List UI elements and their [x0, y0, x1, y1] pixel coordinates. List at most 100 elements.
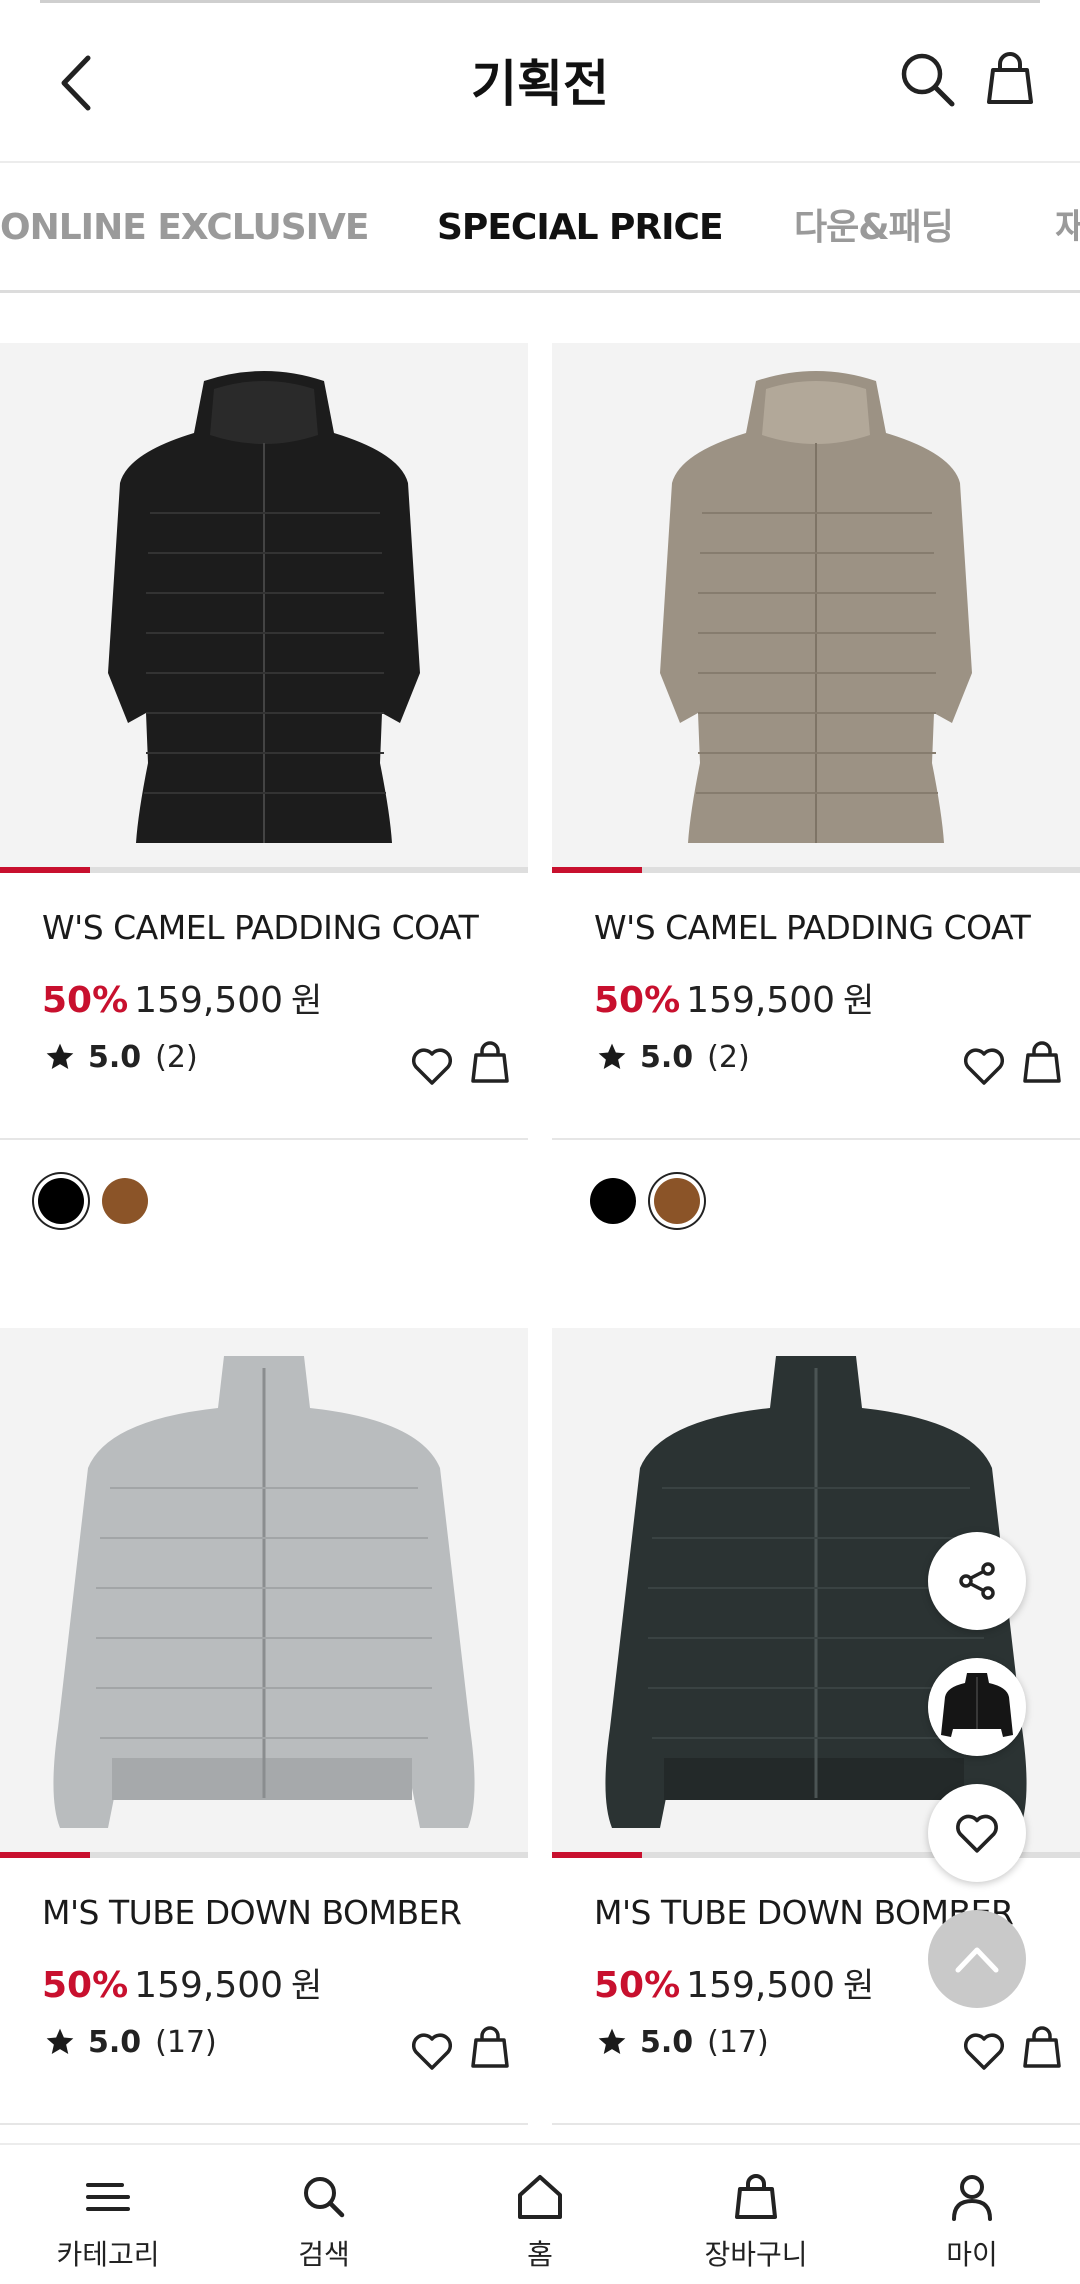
rating: 5.0 (17): [596, 2020, 769, 2064]
tab-online-exclusive[interactable]: ONLINE EXCLUSIVE: [0, 163, 369, 290]
discount-rate: 50%: [594, 980, 681, 1021]
app-header: 기획전: [0, 0, 1080, 163]
nav-label: 홈: [527, 2238, 553, 2271]
rating-score: 5.0: [88, 1039, 142, 1075]
nav-label: 카테고리: [56, 2238, 160, 2271]
heart-icon[interactable]: [962, 1046, 1006, 1086]
price-line: 50% 159,500 원: [42, 1958, 322, 2007]
scroll-top-button[interactable]: [928, 1910, 1026, 2008]
product-thumbnail: [929, 1659, 1025, 1755]
share-button[interactable]: [928, 1532, 1026, 1630]
add-to-bag-icon[interactable]: [1022, 2026, 1062, 2070]
category-tabs: ONLINE EXCLUSIVE SPECIAL PRICE 다운&패딩 재: [0, 163, 1080, 293]
review-count: (2): [155, 1039, 198, 1075]
color-swatches: [590, 1178, 718, 1224]
shopping-bag-icon: [987, 52, 1033, 104]
tab-special-price[interactable]: SPECIAL PRICE: [437, 163, 724, 290]
image-progress-fill: [0, 1852, 90, 1858]
sale-price: 159,500: [134, 1965, 284, 2006]
price-line: 50% 159,500 원: [42, 973, 322, 1022]
currency: 원: [843, 981, 875, 1021]
product-name[interactable]: W'S CAMEL PADDING COAT: [594, 908, 1031, 947]
card-divider: [552, 2123, 1080, 2125]
nav-label: 마이: [946, 2238, 998, 2271]
nav-category[interactable]: 카테고리: [0, 2145, 216, 2284]
rating: 5.0 (17): [44, 2020, 217, 2064]
heart-icon: [956, 1814, 998, 1853]
product-card[interactable]: M'S TUBE DOWN BOMBER 50% 159,500 원 5.0 (17…: [0, 1328, 528, 2128]
nav-search[interactable]: 검색: [216, 2145, 432, 2284]
heart-icon[interactable]: [410, 1046, 454, 1086]
search-button[interactable]: [898, 50, 958, 110]
image-progress-fill: [0, 867, 90, 873]
tab-down-padding[interactable]: 다운&패딩: [794, 163, 954, 290]
image-progress: [552, 867, 1080, 873]
home-icon: [518, 2175, 562, 2219]
nav-label: 검색: [298, 2238, 350, 2271]
star-icon: [46, 1043, 74, 1069]
nav-my[interactable]: 마이: [864, 2145, 1080, 2284]
currency: 원: [291, 1966, 323, 2006]
color-swatch-black[interactable]: [38, 1178, 84, 1224]
menu-icon: [86, 2183, 130, 2211]
product-photo: [660, 371, 972, 843]
sale-price: 159,500: [686, 980, 836, 1021]
tab-next[interactable]: 재: [1055, 163, 1080, 290]
currency: 원: [843, 1966, 875, 2006]
wishlist-button[interactable]: [928, 1784, 1026, 1882]
product-photo: [53, 1356, 475, 1828]
rating: 5.0 (2): [596, 1035, 750, 1079]
price-line: 50% 159,500 원: [594, 973, 874, 1022]
heart-icon[interactable]: [410, 2031, 454, 2071]
star-icon: [598, 2028, 626, 2054]
color-swatches: [38, 1178, 166, 1224]
nav-label: 장바구니: [704, 2238, 808, 2271]
image-progress: [0, 1852, 528, 1858]
add-to-bag-icon[interactable]: [1022, 1041, 1062, 1085]
price-line: 50% 159,500 원: [594, 1958, 874, 2007]
share-icon: [959, 1562, 995, 1600]
rating-score: 5.0: [640, 1039, 694, 1075]
color-swatch-black[interactable]: [590, 1178, 636, 1224]
sale-price: 159,500: [134, 980, 284, 1021]
add-to-bag-icon[interactable]: [470, 1041, 510, 1085]
card-divider: [0, 1138, 528, 1140]
review-count: (2): [707, 1039, 750, 1075]
currency: 원: [291, 981, 323, 1021]
nav-cart[interactable]: 장바구니: [648, 2145, 864, 2284]
product-image[interactable]: [0, 1328, 528, 1852]
product-image[interactable]: [0, 343, 528, 867]
product-image[interactable]: [552, 343, 1080, 867]
discount-rate: 50%: [42, 1965, 129, 2006]
image-progress-fill: [552, 1852, 642, 1858]
discount-rate: 50%: [42, 980, 129, 1021]
shopping-bag-button[interactable]: [985, 50, 1035, 110]
product-name[interactable]: M'S TUBE DOWN BOMBER: [42, 1893, 462, 1932]
card-divider: [0, 2123, 528, 2125]
add-to-bag-icon[interactable]: [470, 2026, 510, 2070]
search-icon: [901, 53, 955, 107]
sale-price: 159,500: [686, 1965, 836, 2006]
user-icon: [952, 2175, 992, 2221]
heart-icon[interactable]: [962, 2031, 1006, 2071]
image-progress: [0, 867, 528, 873]
nav-home[interactable]: 홈: [432, 2145, 648, 2284]
product-thumbnail-button[interactable]: [928, 1658, 1026, 1756]
review-count: (17): [707, 2024, 769, 2060]
product-card[interactable]: W'S CAMEL PADDING COAT 50% 159,500 원 5.0 (…: [0, 343, 528, 1243]
rating: 5.0 (2): [44, 1035, 198, 1079]
product-name[interactable]: W'S CAMEL PADDING COAT: [42, 908, 479, 947]
discount-rate: 50%: [594, 1965, 681, 2006]
color-swatch-brown[interactable]: [654, 1178, 700, 1224]
chevron-up-icon: [955, 1947, 999, 1973]
product-card[interactable]: W'S CAMEL PADDING COAT 50% 159,500 원 5.0 (…: [552, 343, 1080, 1243]
product-photo: [108, 371, 420, 843]
bottom-navigation: 카테고리 검색 홈 장바구니 마이: [0, 2143, 1080, 2284]
color-swatch-brown[interactable]: [102, 1178, 148, 1224]
star-icon: [598, 1043, 626, 1069]
card-divider: [552, 1138, 1080, 1140]
rating-score: 5.0: [640, 2024, 694, 2060]
star-icon: [46, 2028, 74, 2054]
image-progress-fill: [552, 867, 642, 873]
shopping-bag-icon: [735, 2174, 777, 2219]
